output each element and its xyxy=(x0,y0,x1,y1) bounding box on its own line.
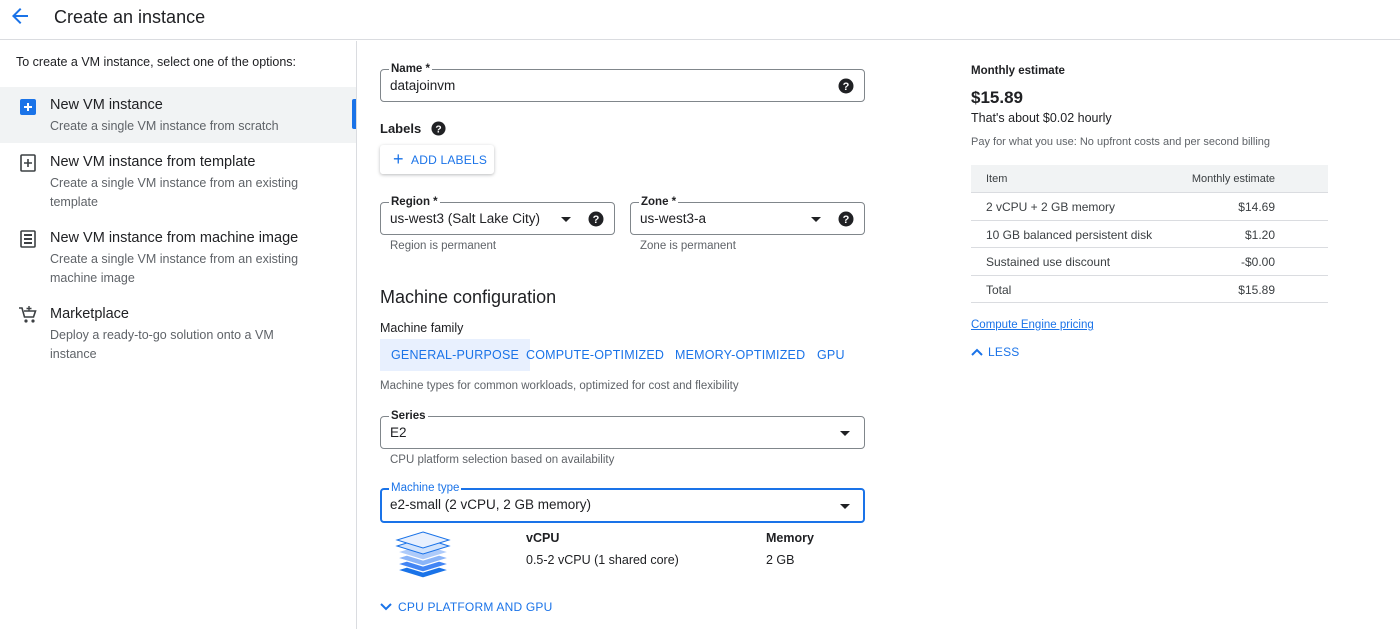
table-row: 2 vCPU + 2 GB memory $14.69 xyxy=(971,193,1328,221)
machine-type-label: Machine type xyxy=(389,481,462,495)
template-add-icon xyxy=(18,153,38,173)
svg-text:?: ? xyxy=(593,214,600,226)
option-title: Marketplace xyxy=(50,306,129,322)
row-item: 2 vCPU + 2 GB memory xyxy=(986,200,1116,214)
estimate-table: Item Monthly estimate 2 vCPU + 2 GB memo… xyxy=(971,165,1328,303)
svg-text:?: ? xyxy=(843,81,850,93)
column-header-estimate: Monthly estimate xyxy=(1191,173,1275,185)
svg-text:?: ? xyxy=(435,124,441,135)
row-item: Sustained use discount xyxy=(986,255,1111,269)
machine-stack-icon xyxy=(393,528,453,584)
help-icon[interactable]: ? xyxy=(838,211,854,227)
name-label: Name * xyxy=(389,62,432,76)
option-desc: Create a single VM instance from an exis… xyxy=(50,252,299,285)
machine-image-icon xyxy=(18,229,38,249)
chevron-up-icon xyxy=(971,345,983,359)
less-button[interactable]: LESS xyxy=(971,345,1020,359)
option-desc: Create a single VM instance from scratch xyxy=(50,119,279,133)
option-desc: Deploy a ready-to-go solution onto a VM … xyxy=(50,328,274,361)
estimate-hourly: That's about $0.02 hourly xyxy=(971,111,1112,125)
column-header-item: Item xyxy=(986,173,1008,185)
chevron-down-icon xyxy=(380,600,392,614)
cpu-platform-expand-button[interactable]: CPU PLATFORM AND GPU xyxy=(380,600,552,614)
back-arrow-icon[interactable] xyxy=(8,4,32,28)
machine-type-value: e2-small (2 vCPU, 2 GB memory) xyxy=(390,497,592,512)
compute-engine-pricing-link[interactable]: Compute Engine pricing xyxy=(971,319,1094,331)
dropdown-arrow-icon xyxy=(840,431,850,436)
estimate-title: Monthly estimate xyxy=(971,65,1065,77)
option-title: New VM instance from template xyxy=(50,154,256,170)
region-select[interactable]: Region * us-west3 (Salt Lake City) ? xyxy=(380,195,615,235)
zone-select[interactable]: Zone * us-west3-a ? xyxy=(630,195,865,235)
option-vm-from-template[interactable]: New VM instance from template Create a s… xyxy=(0,144,356,214)
row-cost: $15.89 xyxy=(1238,282,1275,297)
table-row-total: Total $15.89 xyxy=(971,276,1328,303)
dropdown-arrow-icon xyxy=(840,504,850,509)
options-intro: To create a VM instance, select one of t… xyxy=(16,55,297,69)
memory-value: 2 GB xyxy=(766,553,795,567)
region-value: us-west3 (Salt Lake City) xyxy=(390,211,541,226)
top-bar: Create an instance xyxy=(0,0,1400,40)
help-icon[interactable]: ? xyxy=(588,211,604,227)
dropdown-arrow-icon xyxy=(811,217,821,222)
help-icon[interactable]: ? xyxy=(838,78,854,94)
option-marketplace[interactable]: Marketplace Deploy a ready-to-go solutio… xyxy=(0,297,356,361)
zone-value: us-west3-a xyxy=(640,211,707,226)
table-header-row: Item Monthly estimate xyxy=(971,165,1328,193)
page-title: Create an instance xyxy=(54,7,206,27)
zone-label: Zone * xyxy=(639,195,679,209)
series-hint: CPU platform selection based on availabi… xyxy=(390,454,615,466)
region-label: Region * xyxy=(389,195,440,209)
series-label: Series xyxy=(389,409,428,423)
dropdown-arrow-icon xyxy=(561,217,571,222)
region-hint: Region is permanent xyxy=(390,240,497,252)
name-value[interactable]: datajoinvm xyxy=(390,78,455,93)
machine-type-select[interactable]: Machine type e2-small (2 vCPU, 2 GB memo… xyxy=(380,481,865,523)
memory-heading: Memory xyxy=(766,531,814,545)
row-item: 10 GB balanced persistent disk xyxy=(986,227,1153,242)
estimate-note: Pay for what you use: No upfront costs a… xyxy=(971,136,1271,148)
row-cost: $1.20 xyxy=(1244,227,1275,242)
marketplace-cart-icon xyxy=(18,305,38,325)
vcpu-value: 0.5-2 vCPU (1 shared core) xyxy=(526,553,679,567)
option-desc: Create a single VM instance from an exis… xyxy=(50,176,299,209)
machine-config-title: Machine configuration xyxy=(380,287,557,307)
row-cost: -$0.00 xyxy=(1240,255,1275,269)
option-vm-from-machine-image[interactable]: New VM instance from machine image Creat… xyxy=(0,220,356,290)
plus-icon: + xyxy=(393,149,404,169)
add-labels-label: ADD LABELS xyxy=(411,153,488,167)
add-labels-button[interactable]: + ADD LABELS xyxy=(380,145,494,174)
zone-hint: Zone is permanent xyxy=(640,240,736,252)
series-value: E2 xyxy=(390,425,407,440)
tab-compute-optimized[interactable]: COMPUTE-OPTIMIZED xyxy=(515,339,675,371)
table-row: Sustained use discount -$0.00 xyxy=(971,248,1328,276)
option-new-vm-instance[interactable]: New VM instance Create a single VM insta… xyxy=(0,87,356,143)
name-field[interactable]: Name * datajoinvm ? xyxy=(380,62,865,102)
vcpu-heading: vCPU xyxy=(526,531,560,545)
creation-options-panel: To create a VM instance, select one of t… xyxy=(0,41,357,629)
row-cost: $14.69 xyxy=(1238,200,1275,214)
labels-heading: Labels ? xyxy=(380,121,446,139)
tab-memory-optimized[interactable]: MEMORY-OPTIMIZED xyxy=(664,339,816,371)
tab-general-purpose[interactable]: GENERAL-PURPOSE xyxy=(380,339,531,371)
machine-family-desc: Machine types for common workloads, opti… xyxy=(380,380,739,392)
machine-family-label: Machine family xyxy=(380,321,464,335)
tab-gpu[interactable]: GPU xyxy=(806,339,856,371)
table-row: 10 GB balanced persistent disk $1.20 xyxy=(971,221,1328,248)
option-title: New VM instance from machine image xyxy=(50,230,299,246)
add-box-icon xyxy=(18,97,38,117)
row-item: Total xyxy=(986,282,1012,297)
series-select[interactable]: Series E2 xyxy=(380,409,865,449)
option-title: New VM instance xyxy=(50,97,163,113)
help-icon[interactable]: ? xyxy=(431,121,446,139)
estimate-price: $15.89 xyxy=(971,88,1023,107)
svg-text:?: ? xyxy=(843,214,850,226)
